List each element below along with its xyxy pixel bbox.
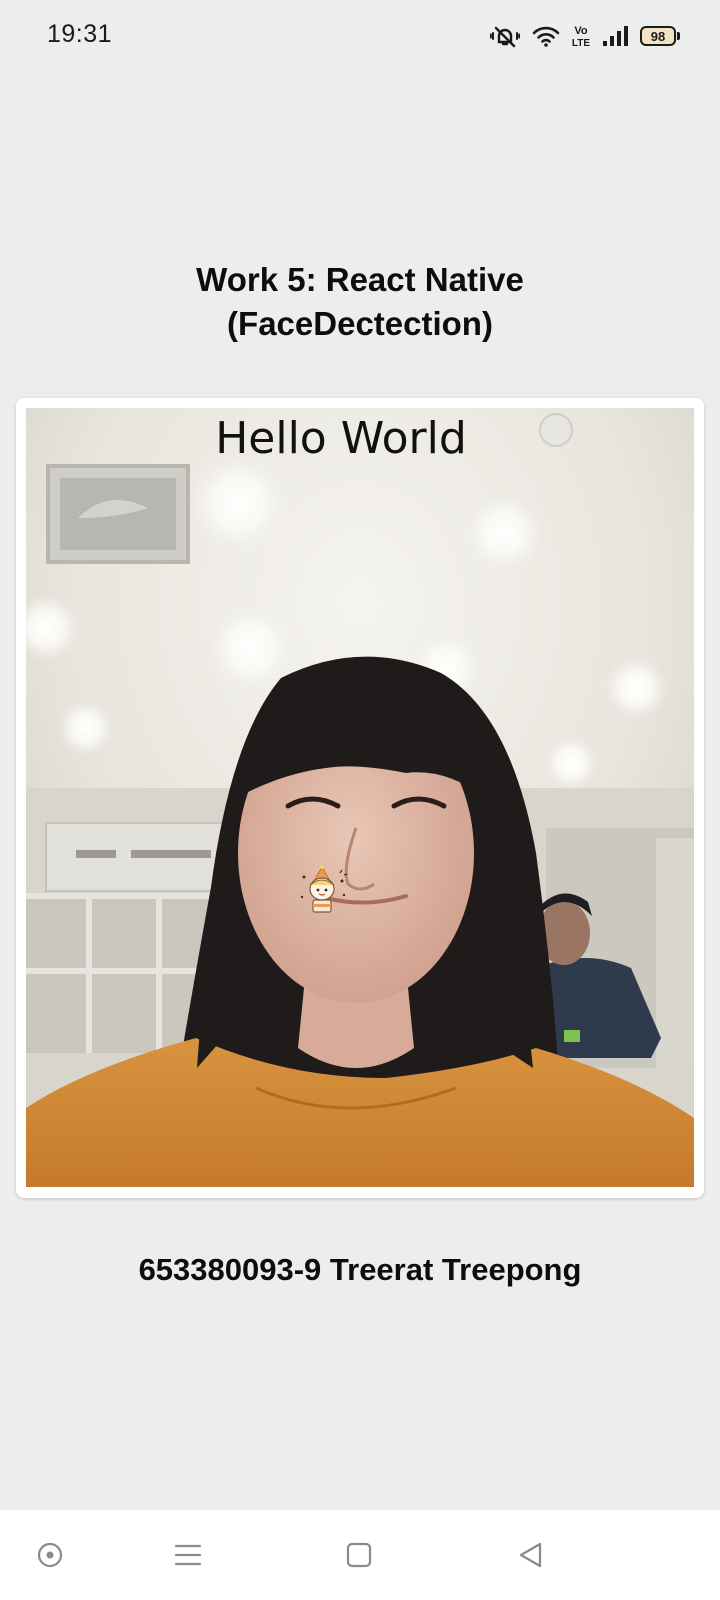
back-icon[interactable]	[508, 1532, 554, 1578]
menu-icon[interactable]	[165, 1532, 211, 1578]
page-title-line-1: Work 5: React Native	[196, 261, 524, 298]
page-title: Work 5: React Native (FaceDectection)	[0, 258, 720, 346]
status-icons: Vo LTE 98	[490, 22, 680, 50]
hello-world-overlay: Hello World	[215, 413, 467, 464]
status-bar: 19:31 Vo LTE 98	[0, 0, 720, 72]
assistant-icon[interactable]	[27, 1532, 73, 1578]
home-icon[interactable]	[336, 1532, 382, 1578]
vibrate-mute-icon	[490, 24, 520, 48]
navigation-bar	[0, 1510, 720, 1600]
page-title-line-2: (FaceDectection)	[227, 305, 493, 342]
svg-text:Vo: Vo	[574, 25, 588, 37]
battery-icon: 98	[640, 26, 680, 46]
camera-card: Hello World	[16, 398, 704, 1198]
volte-icon: Vo LTE	[572, 23, 590, 49]
camera-preview[interactable]: Hello World	[26, 408, 694, 1187]
wifi-icon	[532, 24, 560, 48]
camera-scene	[26, 408, 694, 1187]
status-time: 19:31	[47, 20, 113, 48]
student-info: 653380093-9 Treerat Treepong	[138, 1252, 582, 1287]
svg-text:LTE: LTE	[572, 38, 590, 49]
signal-icon	[602, 25, 628, 47]
face-sticker-icon	[296, 863, 352, 919]
